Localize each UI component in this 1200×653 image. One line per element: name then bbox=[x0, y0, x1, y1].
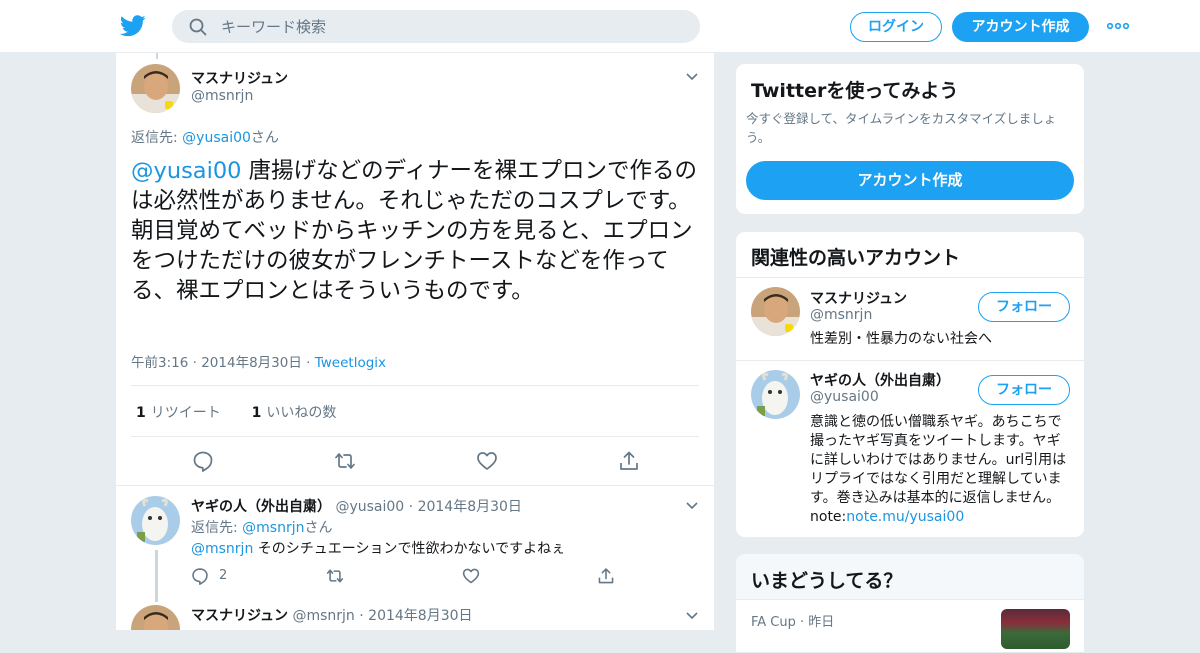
retweet-stat-label: リツイート bbox=[150, 405, 221, 421]
mention-link[interactable]: @msnrjn bbox=[191, 541, 253, 557]
tweet-body: そのシチュエーションで性欲わかないですよねぇ bbox=[253, 541, 566, 557]
account-handle[interactable]: @yusai00 bbox=[810, 389, 879, 405]
goat-avatar-image bbox=[131, 496, 180, 545]
like-stat[interactable]: 1 いいねの数 bbox=[252, 405, 337, 421]
share-icon[interactable] bbox=[597, 567, 615, 585]
avatar-image bbox=[131, 64, 180, 113]
more-options-icon[interactable] bbox=[1107, 22, 1129, 30]
divider bbox=[131, 385, 699, 386]
account-handle[interactable]: @msnrjn bbox=[810, 307, 872, 323]
tweet-time[interactable]: 午前3:16 bbox=[131, 355, 188, 371]
bio-link[interactable]: note.mu/yusai00 bbox=[846, 509, 964, 525]
avatar[interactable] bbox=[131, 496, 180, 545]
divider bbox=[116, 485, 714, 486]
retweet-icon[interactable] bbox=[334, 450, 356, 472]
reply-to-link[interactable]: @yusai00 bbox=[182, 130, 251, 146]
separator-dot: · bbox=[408, 499, 418, 515]
divider bbox=[736, 277, 1084, 278]
account-bio: 意識と徳の低い僧職系ヤギ。あちこちで撮ったヤギ写真をツイートします。ヤギに詳しい… bbox=[810, 413, 1072, 527]
avatar[interactable] bbox=[131, 605, 180, 630]
author-name[interactable]: マスナリジュン bbox=[191, 608, 288, 624]
signup-button[interactable]: アカウント作成 bbox=[952, 12, 1089, 42]
retweet-count: 1 bbox=[136, 405, 146, 421]
divider bbox=[736, 360, 1084, 361]
signup-card: Twitterを使ってみよう 今すぐ登録して、タイムラインをカスタマイズしましょ… bbox=[735, 63, 1085, 215]
search-input[interactable] bbox=[221, 11, 681, 42]
author-handle[interactable]: @msnrjn bbox=[292, 608, 354, 624]
tweet-date[interactable]: 2014年8月30日 bbox=[368, 608, 472, 624]
account-name[interactable]: マスナリジュン bbox=[810, 288, 907, 308]
search-bar bbox=[172, 10, 700, 43]
tweet-date[interactable]: 2014年8月30日 bbox=[201, 355, 302, 371]
divider bbox=[131, 436, 699, 437]
chevron-down-icon[interactable] bbox=[685, 499, 699, 513]
signup-card-title: Twitterを使ってみよう bbox=[751, 80, 959, 102]
trend-time: 昨日 bbox=[808, 615, 835, 630]
account-bio: 性差別・性暴力のない社会へ bbox=[810, 331, 992, 347]
tweet-thread-column: マスナリジュン @msnrjn 返信先: @yusai00さん @yusai00… bbox=[115, 53, 715, 630]
reply-context: 返信先: @msnrjnさん bbox=[191, 517, 333, 537]
reply-prefix: 返信先: bbox=[191, 520, 243, 536]
reply-prefix: 返信先: bbox=[131, 130, 183, 146]
avatar-image bbox=[751, 287, 800, 336]
account-name[interactable]: ヤギの人（外出自粛） bbox=[810, 370, 950, 390]
thread-line bbox=[156, 53, 158, 59]
trends-header: いまどうしてる？ bbox=[736, 554, 1084, 600]
trends-title: いまどうしてる？ bbox=[751, 570, 903, 592]
trend-thumbnail-image[interactable] bbox=[1001, 609, 1070, 649]
like-count: 1 bbox=[251, 405, 262, 421]
tweet-text: @msnrjn そのシチュエーションで性欲わかないですよねぇ bbox=[191, 538, 565, 558]
retweet-stat[interactable]: 1 リツイート bbox=[136, 405, 221, 421]
login-button[interactable]: ログイン bbox=[850, 12, 942, 42]
reply-icon[interactable] bbox=[191, 567, 209, 585]
like-stat-label: いいねの数 bbox=[266, 405, 337, 421]
reply-icon[interactable] bbox=[192, 450, 214, 472]
trends-card: いまどうしてる？ FA Cup · 昨日 bbox=[735, 553, 1085, 653]
avatar[interactable] bbox=[131, 64, 180, 113]
share-icon[interactable] bbox=[618, 450, 640, 472]
trend-category: FA Cup bbox=[751, 615, 796, 630]
reply-count: 2 bbox=[219, 568, 228, 583]
separator-dot: · bbox=[192, 355, 202, 371]
retweet-icon[interactable] bbox=[326, 567, 344, 585]
reply-suffix: さん bbox=[250, 130, 279, 146]
tweet-source-link[interactable]: Tweetlogix bbox=[315, 355, 386, 371]
tweet-date[interactable]: 2014年8月30日 bbox=[418, 499, 522, 515]
reply-context: 返信先: @yusai00さん bbox=[131, 127, 279, 147]
thread-line bbox=[155, 550, 158, 602]
signup-card-button[interactable]: アカウント作成 bbox=[746, 161, 1074, 200]
tweet-stats: 1 リツイート 1 いいねの数 bbox=[136, 402, 336, 422]
reply-suffix: さん bbox=[304, 520, 333, 536]
avatar-image bbox=[131, 605, 180, 630]
search-icon bbox=[189, 18, 207, 36]
signup-card-description: 今すぐ登録して、タイムラインをカスタマイズしましょう。 bbox=[746, 111, 1057, 145]
author-name[interactable]: マスナリジュン bbox=[191, 68, 288, 88]
trend-item-meta[interactable]: FA Cup · 昨日 bbox=[751, 611, 834, 630]
follow-button[interactable]: フォロー bbox=[978, 292, 1070, 322]
author-handle[interactable]: @yusai00 bbox=[335, 499, 404, 515]
separator-dot: · bbox=[306, 355, 315, 371]
related-accounts-card: 関連性の高いアカウント マスナリジュン @msnrjn フォロー 性差別・性暴力… bbox=[735, 231, 1085, 538]
like-heart-icon[interactable] bbox=[462, 567, 480, 585]
reply-header: ヤギの人（外出自粛） @yusai00 · 2014年8月30日 bbox=[191, 496, 522, 516]
tweet-text: @yusai00 唐揚げなどのディナーを裸エプロンで作るのは必然性がありません。… bbox=[131, 156, 701, 306]
avatar[interactable] bbox=[751, 370, 800, 419]
author-name[interactable]: ヤギの人（外出自粛） bbox=[191, 499, 331, 515]
reply-header: マスナリジュン @msnrjn · 2014年8月30日 bbox=[191, 605, 473, 625]
reply-to-link[interactable]: @msnrjn bbox=[242, 520, 304, 536]
separator-dot: · bbox=[359, 608, 369, 624]
follow-button[interactable]: フォロー bbox=[978, 375, 1070, 405]
avatar[interactable] bbox=[751, 287, 800, 336]
tweet-meta: 午前3:16 · 2014年8月30日 · Tweetlogix bbox=[131, 351, 386, 371]
chevron-down-icon[interactable] bbox=[685, 70, 699, 84]
goat-avatar-image bbox=[751, 370, 800, 419]
author-handle[interactable]: @msnrjn bbox=[191, 88, 253, 104]
like-heart-icon[interactable] bbox=[476, 450, 498, 472]
related-accounts-title: 関連性の高いアカウント bbox=[751, 247, 961, 269]
chevron-down-icon[interactable] bbox=[685, 609, 699, 623]
mention-link[interactable]: @yusai00 bbox=[131, 158, 241, 184]
twitter-bird-icon[interactable] bbox=[120, 14, 146, 38]
top-navigation-bar: ログイン アカウント作成 bbox=[0, 0, 1200, 53]
